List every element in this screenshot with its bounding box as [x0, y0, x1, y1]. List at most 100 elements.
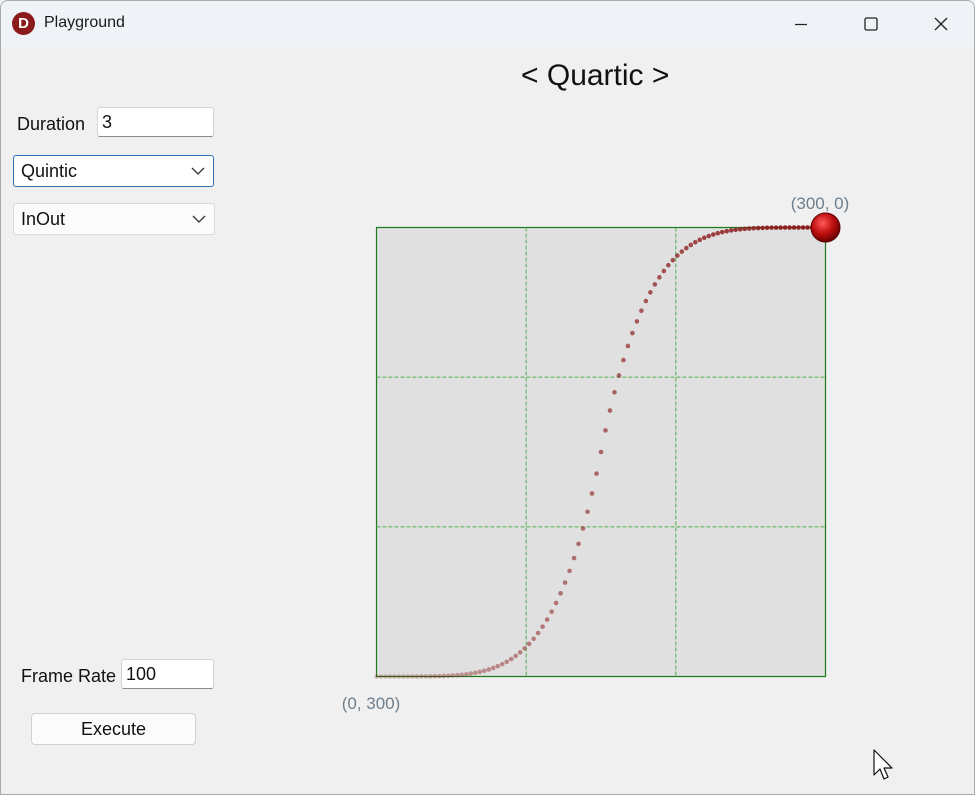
trajectory-dot	[477, 669, 483, 675]
trajectory-dot	[737, 226, 743, 232]
trajectory-dot	[706, 233, 712, 239]
animated-ball	[810, 212, 841, 243]
trajectory-dot	[531, 636, 536, 642]
trajectory-dot	[499, 661, 505, 667]
trajectory-dot	[670, 257, 676, 263]
trajectory-dot	[692, 239, 698, 245]
trajectory-dot	[540, 624, 545, 629]
trajectory-dot	[603, 428, 608, 433]
trajectory-dot	[571, 555, 577, 561]
trajectory-dot	[392, 674, 397, 679]
trajectory-dot	[697, 237, 703, 243]
trajectory-dot	[679, 249, 685, 254]
trajectory-dot	[486, 667, 492, 672]
trajectory-dot	[580, 526, 586, 531]
trajectory-dot	[567, 568, 572, 574]
trajectory-dot	[464, 671, 469, 677]
trajectory-dot	[374, 674, 379, 679]
trajectory-dot	[621, 357, 626, 363]
trajectory-dot	[410, 674, 415, 679]
trajectory-dot	[589, 491, 595, 496]
trajectory-dot	[630, 330, 635, 336]
trajectory-dot	[769, 225, 774, 230]
trajectory-dot	[526, 641, 532, 647]
easing-plot: (300, 0) (0, 300)	[342, 194, 850, 713]
trajectory-dot	[652, 282, 658, 287]
end-point-label: (300, 0)	[791, 194, 850, 213]
trajectory-dot	[504, 659, 510, 665]
trajectory-dot	[423, 674, 429, 679]
trajectory-dot	[414, 674, 420, 679]
trajectory-dot	[719, 229, 725, 235]
trajectory-dot	[576, 541, 581, 547]
trajectory-dot	[760, 225, 765, 231]
trajectory-dot	[715, 230, 721, 236]
trajectory-dot	[675, 253, 680, 258]
trajectory-dot	[468, 671, 474, 676]
mouse-pointer-icon	[873, 749, 893, 780]
trajectory-dot	[800, 225, 806, 230]
trajectory-dot	[625, 343, 631, 349]
trajectory-dot	[396, 674, 402, 679]
trajectory-dot	[428, 674, 433, 679]
trajectory-dot	[446, 673, 451, 679]
trajectory-dot	[455, 672, 460, 678]
trajectory-dot	[450, 673, 456, 678]
trajectory-dot	[751, 225, 756, 231]
trajectory-dot	[495, 663, 501, 669]
trajectory-dot	[481, 668, 487, 674]
trajectory-dot	[666, 262, 671, 268]
trajectory-dot	[598, 449, 604, 455]
trajectory-dot	[661, 268, 667, 274]
trajectory-dot	[522, 646, 527, 651]
trajectory-dot	[437, 673, 442, 679]
trajectory-dot	[764, 225, 770, 231]
trajectory-dot	[594, 471, 599, 476]
trajectory-dot	[787, 225, 792, 230]
trajectory-dot	[710, 232, 716, 237]
trajectory-dot	[684, 245, 689, 251]
trajectory-dot	[441, 673, 447, 679]
trajectory-dot	[562, 580, 568, 585]
trajectory-dot	[508, 656, 514, 662]
trajectory-dot	[585, 509, 590, 515]
app-window: D Playground Duration Quintic InOut Fram…	[0, 0, 975, 795]
trajectory-dot	[553, 600, 559, 606]
trajectory-dot	[616, 373, 622, 378]
trajectory-dot	[639, 308, 644, 314]
trajectory-dot	[607, 408, 613, 413]
trajectory-dot	[472, 670, 478, 676]
trajectory-dot	[701, 235, 707, 241]
trajectory-dot	[549, 609, 554, 614]
trajectory-dot	[782, 225, 788, 230]
trajectory-dot	[648, 290, 653, 295]
trajectory-dot	[688, 242, 694, 248]
trajectory-dot	[778, 225, 783, 230]
trajectory-dot	[459, 672, 465, 678]
trajectory-dot	[405, 674, 411, 679]
trajectory-dot	[535, 630, 541, 636]
trajectory-dot	[724, 228, 730, 234]
trajectory-dot	[378, 674, 384, 679]
trajectory-dot	[755, 225, 761, 231]
trajectory-dot	[513, 653, 518, 659]
trajectory-dot	[490, 665, 496, 671]
trajectory-dot	[657, 275, 662, 280]
trajectory-dot	[746, 226, 752, 231]
trajectory-dot	[805, 225, 810, 230]
trajectory-dot	[791, 225, 797, 230]
trajectory-dot	[419, 674, 424, 679]
trajectory-dot	[796, 225, 801, 230]
trajectory-dot	[612, 389, 617, 395]
trajectory-dot	[773, 225, 779, 230]
trajectory-dot	[383, 674, 388, 679]
trajectory-dot	[558, 590, 563, 596]
trajectory-dot	[634, 319, 640, 324]
trajectory-dot	[432, 673, 438, 679]
trajectory-dot	[643, 298, 649, 304]
start-point-label: (0, 300)	[342, 694, 401, 713]
trajectory-dot	[401, 674, 406, 679]
trajectory-dot	[742, 226, 747, 232]
trajectory-dot	[544, 617, 550, 622]
trajectory-dot	[733, 227, 738, 233]
